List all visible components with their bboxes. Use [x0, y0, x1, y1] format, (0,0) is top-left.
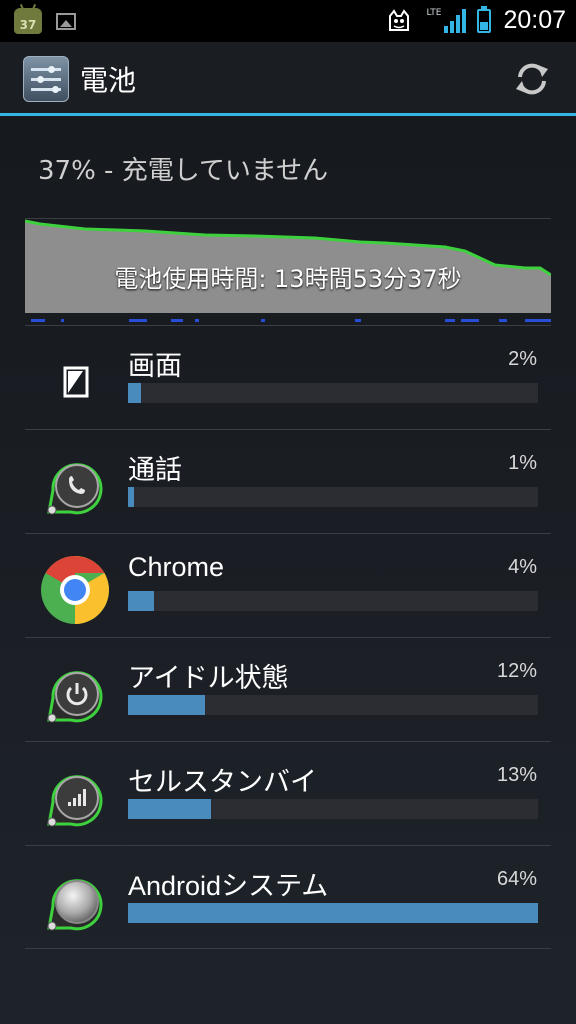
usage-name: Androidシステム	[128, 871, 329, 901]
image-icon	[56, 12, 76, 30]
list-item[interactable]: 通話 1%	[25, 429, 551, 533]
signal-icon	[444, 8, 467, 33]
refresh-icon[interactable]	[512, 59, 552, 99]
usage-name: Chrome	[128, 552, 225, 582]
usage-bar	[128, 591, 538, 611]
list-item[interactable]: セルスタンバイ 13%	[25, 741, 551, 845]
usage-percent: 13%	[496, 764, 537, 786]
usage-name: 画面	[128, 351, 182, 381]
battery-history-graph[interactable]: 電池使用時間: 13時間53分37秒	[25, 218, 551, 324]
usage-bar	[128, 487, 538, 507]
android-system-icon	[47, 879, 103, 931]
list-item[interactable]: Androidシステム 64%	[25, 845, 551, 949]
network-type: LTE	[426, 7, 442, 18]
usage-bar-fill	[128, 903, 538, 923]
usage-list: 画面 2% 通話 1% Chrome 4% アイドル状態 12% セルスタンバイ…	[25, 325, 551, 949]
usage-name: セルスタンバイ	[128, 767, 317, 797]
usage-percent: 12%	[496, 660, 537, 682]
phone-icon	[47, 463, 103, 515]
android-notification-icon: 37	[14, 8, 42, 34]
usage-bar	[128, 799, 538, 819]
usage-bar-fill	[128, 799, 212, 819]
usage-bar	[128, 695, 538, 715]
list-item[interactable]: アイドル状態 12%	[25, 637, 551, 741]
cat-icon	[389, 8, 410, 31]
usage-percent: 1%	[508, 452, 537, 474]
cell-signal-icon	[47, 775, 103, 827]
usage-bar	[128, 383, 538, 403]
power-icon	[47, 671, 103, 723]
clock: 20:07	[503, 6, 566, 34]
notification-badge: 37	[19, 18, 37, 32]
action-bar: 電池	[0, 42, 576, 116]
usage-percent: 4%	[508, 556, 537, 578]
usage-percent: 64%	[496, 868, 537, 890]
list-item[interactable]: Chrome 4%	[25, 533, 551, 637]
settings-sliders-icon[interactable]	[23, 56, 69, 102]
usage-bar-fill	[128, 487, 135, 507]
list-item[interactable]: 画面 2%	[25, 325, 551, 429]
battery-usage-time: 電池使用時間: 13時間53分37秒	[114, 265, 462, 293]
usage-bar-fill	[128, 591, 154, 611]
usage-bar-fill	[128, 695, 205, 715]
chrome-icon	[41, 556, 109, 624]
status-bar: 37 LTE 20:07	[0, 0, 576, 42]
screen-icon	[63, 366, 89, 398]
battery-icon	[477, 5, 492, 33]
usage-bar-fill	[128, 383, 141, 403]
usage-name: 通話	[128, 455, 182, 485]
usage-name: アイドル状態	[128, 663, 289, 693]
battery-status-summary: 37% - 充電していません	[38, 156, 329, 186]
page-title: 電池	[80, 64, 137, 97]
usage-percent: 2%	[508, 348, 537, 370]
usage-bar	[128, 903, 538, 923]
